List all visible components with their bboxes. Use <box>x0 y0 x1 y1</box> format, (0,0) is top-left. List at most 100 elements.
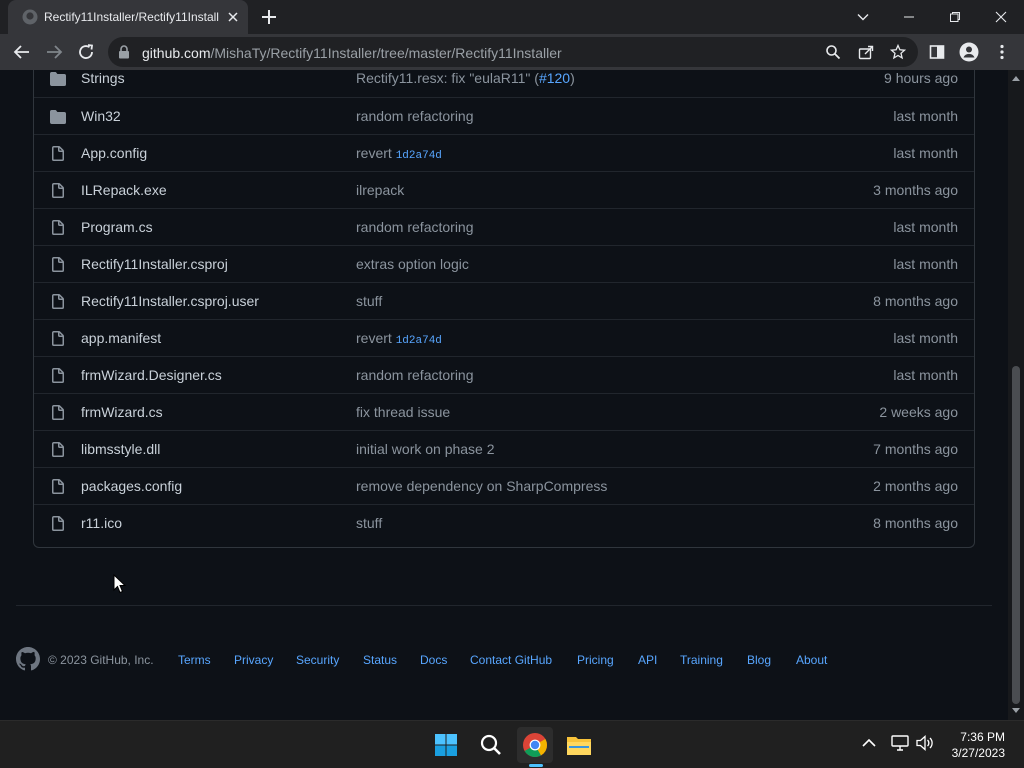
tab-search-button[interactable] <box>840 0 886 34</box>
minimize-button[interactable] <box>886 0 932 34</box>
new-tab-icon[interactable] <box>259 7 279 27</box>
profile-button[interactable] <box>957 40 981 64</box>
file-name-link[interactable]: r11.ico <box>81 515 122 531</box>
file-row[interactable]: frmWizard.cs fix thread issue 2 weeks ago <box>34 393 974 430</box>
github-favicon-icon <box>22 9 38 25</box>
commit-message-link[interactable]: random refactoring <box>356 219 474 235</box>
file-name-link[interactable]: frmWizard.cs <box>81 404 163 420</box>
taskbar-search-button[interactable] <box>473 727 509 763</box>
commit-message-link[interactable]: initial work on phase 2 <box>356 441 495 457</box>
commit-message-link[interactable]: remove dependency on SharpCompress <box>356 478 607 494</box>
footer-link-terms[interactable]: Terms <box>178 653 211 667</box>
file-row[interactable]: Win32 random refactoring last month <box>34 97 974 134</box>
file-row[interactable]: ILRepack.exe ilrepack 3 months ago <box>34 171 974 208</box>
scroll-down-arrow-icon[interactable] <box>1012 708 1020 713</box>
commit-message-link[interactable]: ilrepack <box>356 182 404 198</box>
file-row[interactable]: app.manifest revert 1d2a74d last month <box>34 319 974 356</box>
restore-button[interactable] <box>932 0 978 34</box>
footer-link-api[interactable]: API <box>638 653 657 667</box>
file-name-link[interactable]: Strings <box>81 70 125 86</box>
file-name-link[interactable]: Program.cs <box>81 219 153 235</box>
file-row[interactable]: r11.ico stuff 8 months ago <box>34 504 974 541</box>
taskbar-file-explorer-button[interactable] <box>561 727 597 763</box>
lock-icon[interactable] <box>118 45 130 59</box>
scroll-up-arrow-icon[interactable] <box>1012 76 1020 81</box>
footer-link-blog[interactable]: Blog <box>747 653 771 667</box>
url-text[interactable]: github.com/MishaTy/Rectify11Installer/tr… <box>142 45 562 61</box>
file-icon <box>52 331 64 346</box>
back-button[interactable] <box>10 40 34 64</box>
file-explorer-icon <box>567 737 591 755</box>
file-row[interactable]: Rectify11Installer.csproj extras option l… <box>34 245 974 282</box>
bookmark-star-icon[interactable] <box>888 42 908 62</box>
commit-message-link[interactable]: stuff <box>356 515 382 531</box>
commit-sha-link[interactable]: 1d2a74d <box>396 335 442 347</box>
address-bar[interactable]: github.com/MishaTy/Rectify11Installer/tr… <box>108 37 918 67</box>
taskbar-chrome-button[interactable] <box>517 727 553 763</box>
network-icon[interactable] <box>891 735 909 751</box>
forward-button[interactable] <box>42 40 66 64</box>
footer-link-pricing[interactable]: Pricing <box>577 653 614 667</box>
file-row[interactable]: frmWizard.Designer.cs random refactoring l… <box>34 356 974 393</box>
commit-message-text: revert <box>356 330 396 346</box>
file-name-link[interactable]: packages.config <box>81 478 182 494</box>
volume-icon[interactable] <box>916 735 934 751</box>
mouse-cursor-icon <box>113 574 127 594</box>
commit-sha-link[interactable]: 1d2a74d <box>396 150 442 162</box>
file-name-link[interactable]: app.manifest <box>81 330 161 346</box>
browser-menu-button[interactable] <box>990 40 1014 64</box>
commit-message-link[interactable]: random refactoring <box>356 108 474 124</box>
share-icon[interactable] <box>856 42 876 62</box>
commit-message-link[interactable]: extras option logic <box>356 256 469 272</box>
commit-message-text: stuff <box>356 293 383 309</box>
commit-message-link[interactable]: fix thread issue <box>356 404 450 420</box>
file-name-link[interactable]: Rectify11Installer.csproj <box>81 256 228 272</box>
browser-titlebar: Rectify11Installer/Rectify11Install <box>0 0 1024 34</box>
file-row[interactable]: libmsstyle.dll initial work on phase 2 7 m… <box>34 430 974 467</box>
file-row[interactable]: packages.config remove dependency on Shar… <box>34 467 974 504</box>
start-button[interactable] <box>428 727 464 763</box>
footer-link-privacy[interactable]: Privacy <box>234 653 273 667</box>
file-name-link[interactable]: Rectify11Installer.csproj.user <box>81 293 259 309</box>
footer-link-security[interactable]: Security <box>296 653 339 667</box>
close-window-button[interactable] <box>978 0 1024 34</box>
reload-button[interactable] <box>74 40 98 64</box>
commit-age: 3 months ago <box>873 182 958 198</box>
file-row[interactable]: Program.cs random refactoring last month <box>34 208 974 245</box>
pull-request-link[interactable]: #120 <box>539 70 570 86</box>
clock-time: 7:36 PM <box>960 730 1005 744</box>
kebab-menu-icon <box>1000 44 1004 60</box>
commit-message-text: Rectify11.resx: fix "eulaR11" ( <box>356 70 539 86</box>
commit-message-link[interactable]: revert 1d2a74d <box>356 145 442 162</box>
commit-age: last month <box>893 256 958 272</box>
file-name-link[interactable]: ILRepack.exe <box>81 182 167 198</box>
scrollbar-thumb[interactable] <box>1012 366 1020 704</box>
file-row[interactable]: Rectify11Installer.csproj.user stuff 8 mon… <box>34 282 974 319</box>
commit-message-link[interactable]: stuff <box>356 293 382 309</box>
chevron-up-icon[interactable] <box>862 738 876 748</box>
footer-link-training[interactable]: Training <box>680 653 723 667</box>
windows-taskbar: 7:36 PM 3/27/2023 <box>0 720 1024 768</box>
footer-link-contact[interactable]: Contact GitHub <box>470 653 552 667</box>
commit-message-link[interactable]: random refactoring <box>356 367 474 383</box>
commit-message-suffix: ) <box>570 70 575 86</box>
page-scrollbar[interactable] <box>1008 70 1024 720</box>
footer-link-about[interactable]: About <box>796 653 827 667</box>
commit-message-link[interactable]: Rectify11.resx: fix "eulaR11" (#120) <box>356 70 575 86</box>
commit-age: last month <box>893 108 958 124</box>
file-name-link[interactable]: App.config <box>81 145 147 161</box>
side-panel-button[interactable] <box>925 40 949 64</box>
file-name-link[interactable]: frmWizard.Designer.cs <box>81 367 222 383</box>
file-row[interactable]: Strings Rectify11.resx: fix "eulaR11" (#1… <box>34 70 974 97</box>
file-name-link[interactable]: libmsstyle.dll <box>81 441 160 457</box>
browser-tab[interactable]: Rectify11Installer/Rectify11Install <box>8 0 248 34</box>
file-row[interactable]: App.config revert 1d2a74d last month <box>34 134 974 171</box>
page-viewport: Strings Rectify11.resx: fix "eulaR11" (#1… <box>0 70 1008 720</box>
tab-close-icon[interactable] <box>224 8 242 26</box>
file-name-link[interactable]: Win32 <box>81 108 121 124</box>
footer-link-docs[interactable]: Docs <box>420 653 447 667</box>
github-logo-icon[interactable] <box>16 647 40 671</box>
footer-link-status[interactable]: Status <box>363 653 397 667</box>
commit-message-link[interactable]: revert 1d2a74d <box>356 330 442 347</box>
search-icon[interactable] <box>823 42 843 62</box>
